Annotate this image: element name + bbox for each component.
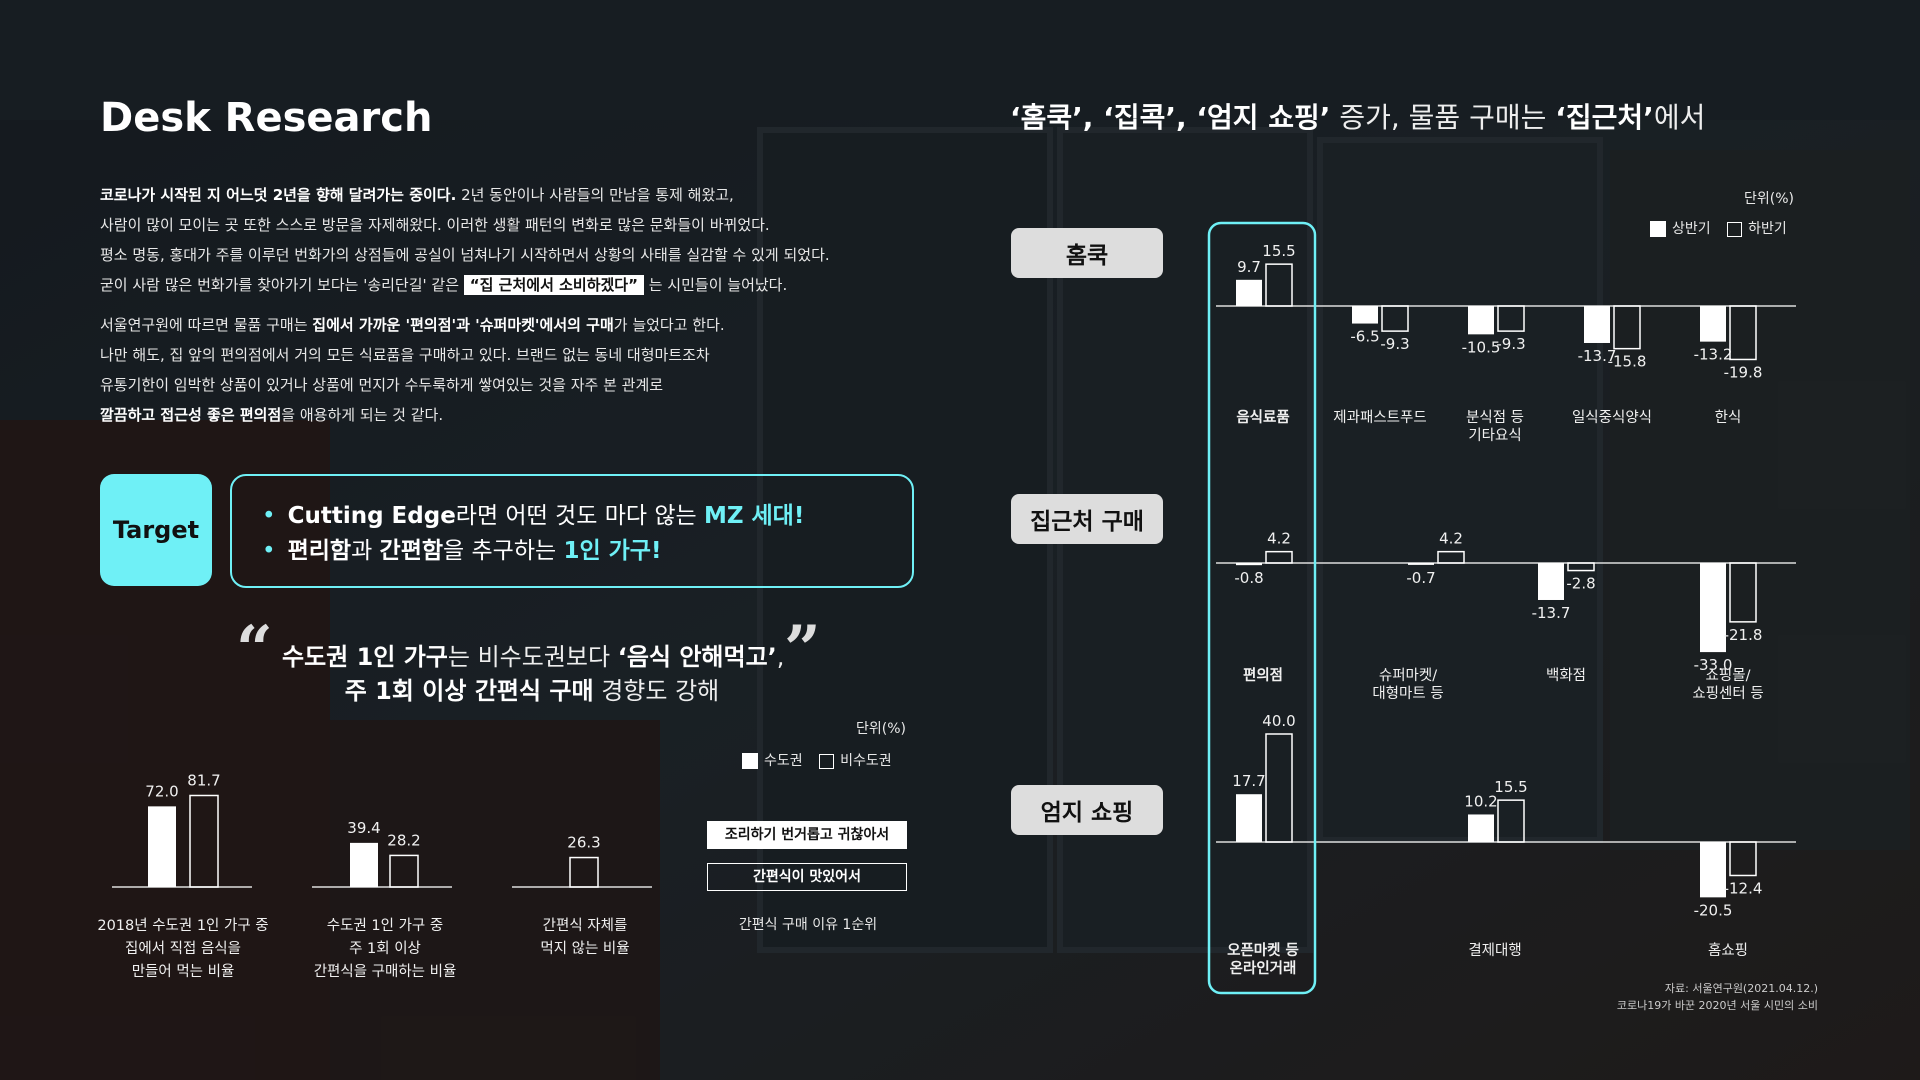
- right-bar-h2: [1729, 562, 1757, 623]
- right-bar-label: 15.5: [1494, 778, 1527, 796]
- right-category-label: 홈쇼핑: [1708, 942, 1748, 959]
- right-bar-h2: [1497, 799, 1525, 843]
- right-bar-label: -13.7: [1532, 604, 1571, 622]
- right-category-label: 백화점: [1546, 667, 1586, 684]
- right-bar-label: 17.7: [1232, 772, 1265, 790]
- right-bar-label: 4.2: [1267, 530, 1291, 548]
- highlight-column-frame: [1207, 221, 1317, 995]
- left-bar-nonmetro: [389, 854, 419, 888]
- right-bar-label: 15.5: [1262, 242, 1295, 260]
- right-bar-label: -0.7: [1406, 569, 1435, 587]
- right-bar-label: -2.8: [1566, 575, 1595, 593]
- left-bar-label: 26.3: [567, 834, 600, 852]
- right-category-label: 일식중식양식: [1572, 409, 1652, 426]
- right-bar-h1: [1700, 563, 1726, 653]
- left-category-label: 2018년 수도권 1인 가구 중 집에서 직접 음식을 만들어 먹는 비율: [97, 917, 268, 980]
- right-bar-label: 40.0: [1262, 712, 1295, 730]
- right-bar-label: -6.5: [1350, 328, 1379, 346]
- right-bar-h2: [1729, 841, 1757, 877]
- right-bar-h1: [1468, 814, 1494, 842]
- right-bar-h2: [1567, 562, 1595, 572]
- left-category-label: 수도권 1인 가구 중주 1회 이상 간편식을 구매하는 비율: [314, 917, 457, 980]
- right-category-label: 결제대행: [1468, 942, 1521, 959]
- right-bar-label: -19.8: [1724, 363, 1763, 381]
- left-bar-label: 72.0: [145, 782, 178, 800]
- right-bar-h2: [1729, 305, 1757, 361]
- left-category-label: 간편식 자체를 먹지 않는 비율: [540, 917, 629, 957]
- right-bar-h2: [1265, 733, 1293, 843]
- right-bar-h1: [1468, 306, 1494, 335]
- right-category-label: 제과패스트푸드: [1333, 409, 1426, 426]
- left-bar-metro: [350, 842, 378, 887]
- right-category-label: 오픈마켓 등 온라인거래: [1227, 942, 1299, 977]
- right-bar-h1: [1538, 563, 1564, 600]
- left-bar-nonmetro: [569, 856, 599, 888]
- right-bar-h2: [1265, 263, 1293, 307]
- charts-layer: 72.0 81.7 2018년 수도권 1인 가구 중 집에서 직접 음식을 만들어 먹…: [97, 221, 1796, 995]
- right-category-label: 한식: [1715, 409, 1742, 426]
- right-bar-h2: [1265, 550, 1293, 564]
- right-bar-h1: [1352, 306, 1378, 324]
- right-bar-h1: [1700, 842, 1726, 898]
- right-category-label: 편의점: [1243, 666, 1283, 684]
- left-bar-metro: [148, 806, 176, 887]
- right-bar-label: -20.5: [1694, 901, 1733, 919]
- left-bar-label: 81.7: [187, 771, 220, 789]
- right-category-label: 분식점 등 기타요식: [1466, 409, 1524, 444]
- right-bar-h1: [1584, 306, 1610, 343]
- right-bar-h2: [1497, 305, 1525, 332]
- right-bar-h1: [1236, 794, 1262, 842]
- right-bar-label: 4.2: [1439, 530, 1463, 548]
- right-bar-h1: [1408, 563, 1434, 565]
- right-bar-label: -15.8: [1608, 353, 1647, 371]
- right-bar-label: -9.3: [1380, 335, 1409, 353]
- right-bar-label: -12.4: [1724, 879, 1763, 897]
- left-bar-label: 28.2: [387, 831, 420, 849]
- right-bar-label: 9.7: [1237, 258, 1261, 276]
- right-bar-label: 10.2: [1464, 792, 1497, 810]
- right-bar-h2: [1437, 550, 1465, 564]
- right-bar-h2: [1381, 305, 1409, 332]
- right-bar-h1: [1236, 279, 1262, 306]
- right-bar-label: -13.2: [1694, 346, 1733, 364]
- right-bar-label: -0.8: [1234, 569, 1263, 587]
- right-bar-label: -9.3: [1496, 335, 1525, 353]
- right-bar-h1: [1236, 563, 1262, 566]
- right-bar-label: -21.8: [1724, 626, 1763, 644]
- right-bar-h2: [1613, 305, 1641, 350]
- left-bar-nonmetro: [189, 794, 219, 888]
- right-category-label: 음식료품: [1236, 409, 1289, 426]
- left-bar-label: 39.4: [347, 819, 380, 837]
- right-bar-h1: [1700, 306, 1726, 342]
- right-bar-label: -10.5: [1462, 338, 1501, 356]
- right-category-label: 슈퍼마켓/대형마트 등: [1372, 667, 1443, 702]
